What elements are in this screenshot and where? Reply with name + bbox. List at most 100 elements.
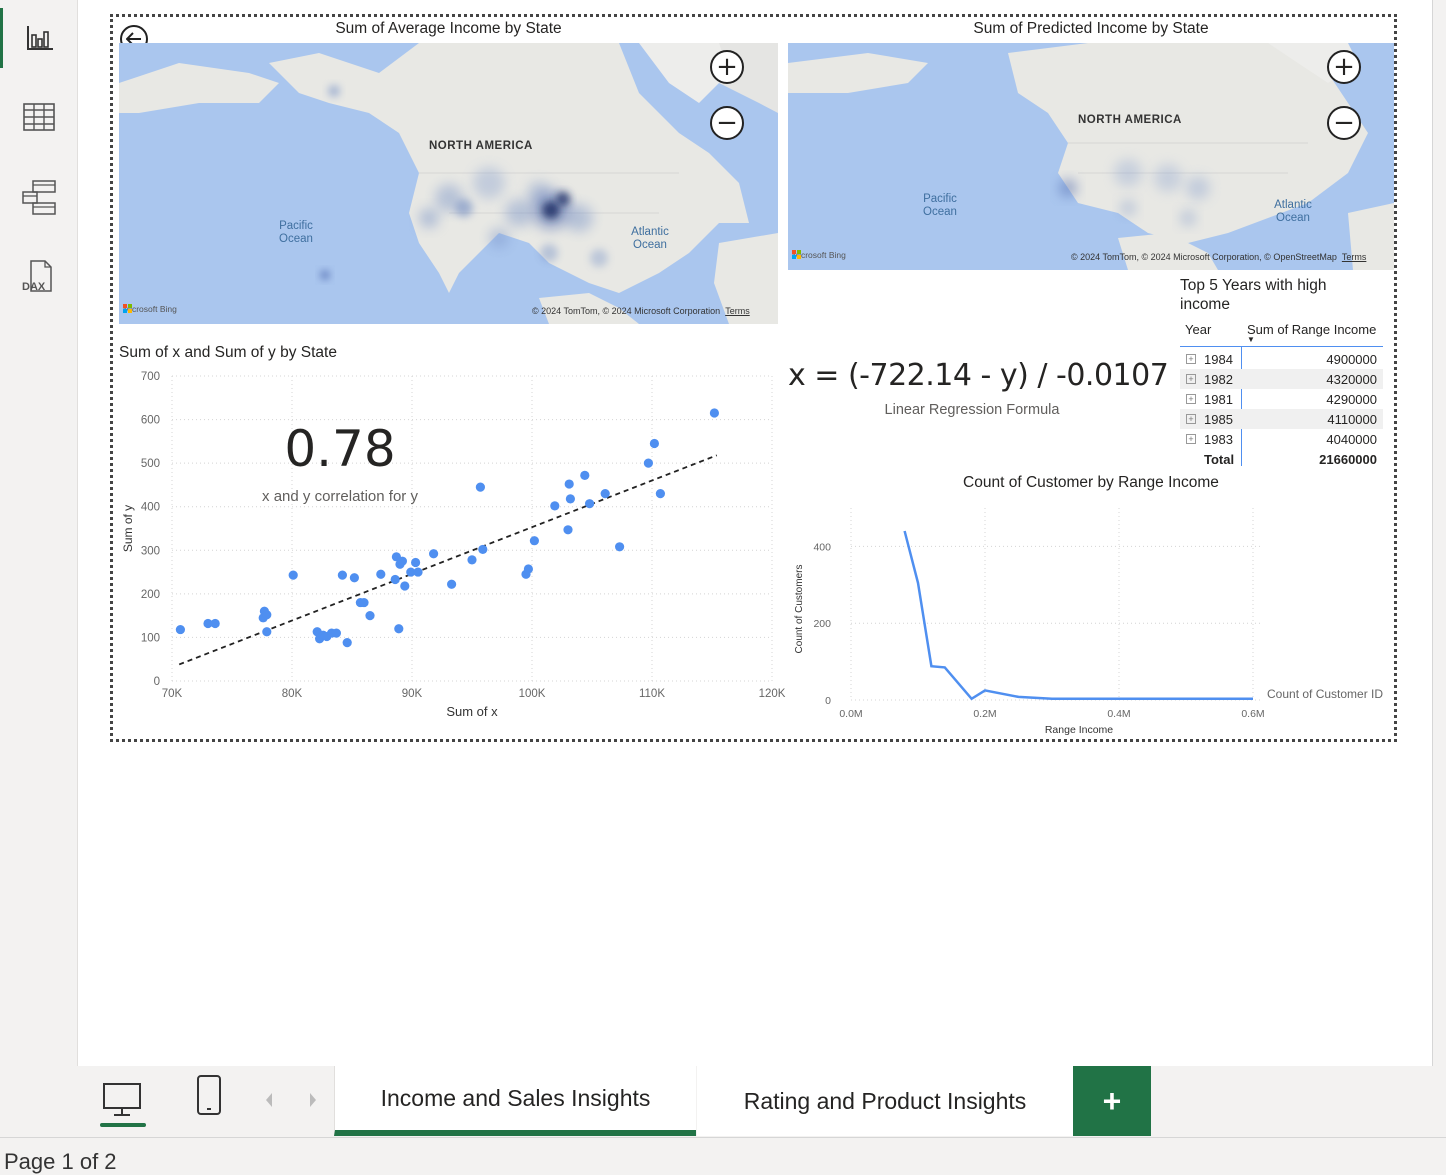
scatter-x-tick: 100K — [519, 688, 546, 700]
mobile-phone-icon — [197, 1075, 221, 1115]
dax-query-view-button[interactable]: DAX — [0, 247, 77, 307]
expand-row-icon[interactable]: + — [1186, 414, 1196, 424]
map1-zoom-out-button[interactable]: − — [710, 106, 744, 140]
line-y-tick: 200 — [813, 618, 831, 630]
scatter-chart[interactable]: 0 100 200 300 400 500 600 700 70K 80K 90K 100K 110K 1… — [110, 360, 790, 725]
scatter-point — [342, 638, 352, 648]
scatter-point — [649, 438, 660, 449]
map1-heat-point — [489, 228, 509, 248]
map1-bing-logo: Microsoft Bing — [123, 304, 177, 314]
scatter-x-axis-title: Sum of x — [446, 704, 498, 719]
map1-average-income[interactable]: NORTH AMERICA Pacific Ocean Atlantic Oce… — [119, 43, 778, 324]
scatter-point — [467, 555, 477, 565]
table-header-year[interactable]: Year — [1185, 322, 1211, 337]
svg-text:DAX: DAX — [22, 281, 46, 293]
chevron-left-icon — [266, 1093, 272, 1107]
scatter-x-tick: 80K — [282, 688, 303, 700]
bar-chart-icon — [27, 26, 53, 50]
status-bar: Page 1 of 2 — [0, 1137, 1446, 1175]
scatter-y-tick: 300 — [141, 545, 160, 557]
map1-heat-point — [419, 208, 439, 228]
map1-heat-point — [328, 85, 340, 97]
microsoft-logo-icon — [792, 250, 801, 259]
scatter-point — [529, 536, 539, 546]
table-row[interactable]: +1984 4900000 — [1180, 349, 1383, 369]
scatter-y-tick: 400 — [141, 502, 160, 514]
scatter-y-tick: 500 — [141, 458, 160, 470]
correlation-card-label: x and y correlation for y — [262, 488, 418, 505]
table-header-value[interactable]: Sum of Range Income — [1247, 322, 1376, 337]
table-row[interactable]: +1981 4290000 — [1180, 389, 1383, 409]
expand-row-icon[interactable]: + — [1186, 354, 1196, 364]
table-cell-year: 1985 — [1204, 412, 1233, 427]
scatter-point — [429, 549, 439, 559]
table-row[interactable]: +1982 4320000 — [1180, 369, 1383, 389]
scatter-x-tick: 70K — [162, 688, 183, 700]
scatter-point — [585, 499, 595, 509]
model-diagram-icon — [21, 180, 56, 215]
correlation-card-value: 0.78 — [284, 420, 396, 478]
map2-terms-link[interactable]: Terms — [1342, 252, 1367, 262]
scatter-point — [600, 489, 610, 499]
scatter-point — [175, 624, 185, 635]
map2-predicted-income[interactable]: NORTH AMERICA Pacific Ocean Atlantic Oce… — [788, 43, 1394, 270]
previous-page-button[interactable] — [264, 1092, 274, 1113]
mobile-layout-button[interactable] — [196, 1074, 224, 1118]
scatter-point — [288, 570, 298, 580]
map2-heat-point — [1186, 176, 1210, 200]
map2-zoom-in-button[interactable]: + — [1327, 50, 1361, 84]
scatter-x-tick: 120K — [759, 688, 786, 700]
map1-zoom-in-button[interactable]: + — [710, 50, 744, 84]
expand-row-icon[interactable]: + — [1186, 374, 1196, 384]
scatter-point — [359, 597, 369, 608]
map1-title: Sum of Average Income by State — [335, 20, 562, 37]
table-row[interactable]: +1983 4040000 — [1180, 429, 1383, 449]
desktop-layout-button[interactable] — [100, 1078, 146, 1128]
report-view-button[interactable] — [0, 8, 77, 68]
expand-row-icon[interactable]: + — [1186, 394, 1196, 404]
table-cell-year: 1981 — [1204, 392, 1233, 407]
scatter-point — [643, 458, 654, 468]
table-header: Year Sum of Range Income ▼ — [1180, 318, 1383, 347]
tab-rating-and-product-insights[interactable]: Rating and Product Insights — [697, 1066, 1073, 1136]
scatter-point — [655, 489, 666, 499]
chevron-right-icon — [310, 1093, 316, 1107]
next-page-button[interactable] — [308, 1092, 318, 1113]
scatter-y-tick: 0 — [154, 676, 160, 688]
scatter-point — [580, 470, 590, 480]
canvas-scroll-edge — [1432, 0, 1446, 1066]
expand-row-icon[interactable]: + — [1186, 434, 1196, 444]
scatter-point — [365, 611, 375, 621]
scatter-point — [564, 479, 574, 489]
map2-label-atlantic: Atlantic Ocean — [1274, 199, 1312, 224]
scatter-point — [475, 482, 485, 492]
line-chart[interactable]: 0 200 400 0.0M 0.2M 0.4M 0.6M Range Income Cou… — [788, 498, 1388, 738]
map1-heat-point — [542, 201, 560, 219]
scatter-point — [563, 525, 573, 535]
scatter-point — [413, 567, 423, 577]
line-x-tick: 0.2M — [973, 708, 996, 720]
map2-bing-logo: Microsoft Bing — [792, 250, 846, 260]
line-x-tick: 0.6M — [1241, 708, 1264, 720]
model-view-button[interactable] — [0, 167, 77, 227]
map1-label-north-america: NORTH AMERICA — [429, 140, 533, 152]
scatter-point — [331, 628, 341, 638]
table-total-value: 21660000 — [1319, 452, 1377, 467]
map2-zoom-out-button[interactable]: − — [1327, 106, 1361, 140]
map2-basemap — [788, 43, 1394, 270]
table-view-button[interactable] — [0, 87, 77, 147]
table-row[interactable]: +1985 4110000 — [1180, 409, 1383, 429]
map2-label-north-america: NORTH AMERICA — [1078, 114, 1182, 126]
scatter-point — [262, 610, 272, 620]
map1-copyright-text: © 2024 TomTom, © 2024 Microsoft Corporat… — [532, 306, 721, 316]
table-cell-value: 4290000 — [1326, 392, 1377, 407]
regression-formula-label: Linear Regression Formula — [884, 402, 1060, 418]
map1-terms-link[interactable]: Terms — [725, 306, 750, 316]
add-page-button[interactable]: + — [1073, 1066, 1151, 1136]
scatter-point — [523, 564, 533, 574]
line-y-tick: 400 — [813, 541, 831, 553]
scatter-y-axis-title: Sum of y — [121, 505, 135, 552]
page-status-text: Page 1 of 2 — [4, 1149, 117, 1174]
scatter-y-tick: 200 — [141, 589, 160, 601]
tab-income-and-sales-insights[interactable]: Income and Sales Insights — [334, 1066, 696, 1136]
